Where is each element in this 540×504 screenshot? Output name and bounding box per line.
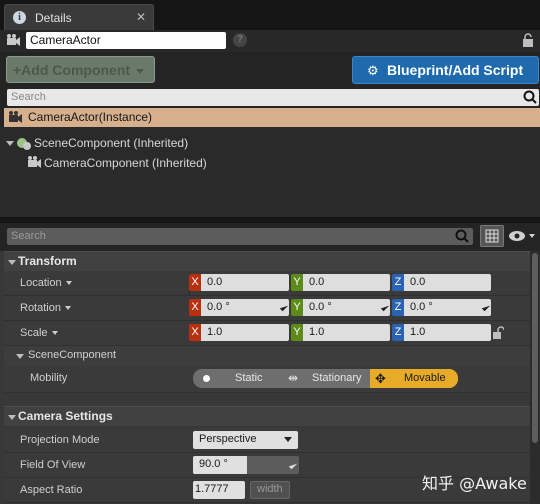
add-component-label: +Add Component (13, 62, 131, 78)
search-icon (523, 90, 537, 104)
tab-bar: i Details ✕ (0, 0, 540, 30)
stationary-icon: ⇹ (288, 371, 299, 385)
collapse-arrow-icon (16, 354, 24, 359)
close-icon[interactable]: ✕ (136, 10, 146, 24)
rotation-x-field[interactable]: X 0.0 ° (189, 299, 289, 316)
category-camera-settings[interactable]: Camera Settings (4, 406, 530, 426)
aspect-ratio-label: Aspect Ratio (20, 484, 83, 496)
chevron-down-icon (135, 68, 144, 74)
scale-z-field[interactable]: Z 1.0 (392, 324, 491, 341)
blueprint-add-script-button[interactable]: ⚙ Blueprint/Add Script (352, 56, 539, 84)
rotation-y-field[interactable]: Y 0.0 ° (291, 299, 390, 316)
chevron-down-icon (284, 437, 292, 442)
add-component-button[interactable]: +Add Component (6, 56, 155, 83)
eye-icon[interactable] (509, 230, 537, 242)
details-panel: Transform Location X 0.0 Y 0.0 Z 0.0 Rot… (0, 251, 530, 504)
scene-component-icon (17, 138, 31, 150)
actor-row: CameraActor ? (0, 30, 540, 52)
mobility-label: Mobility (30, 372, 68, 384)
instance-label: CameraActor(Instance) (28, 110, 153, 124)
help-icon[interactable]: ? (233, 33, 247, 47)
gear-icon: ⚙ (367, 63, 379, 78)
camera-icon (28, 156, 41, 168)
location-y-field[interactable]: Y 0.0 (291, 274, 390, 291)
category-transform[interactable]: Transform (4, 251, 530, 271)
aspect-ratio-field[interactable]: 1.7777 (193, 481, 245, 499)
expand-arrow-icon[interactable] (6, 141, 14, 146)
scale-label[interactable]: Scale (20, 327, 58, 339)
scale-x-field[interactable]: X 1.0 (189, 324, 289, 341)
mobility-movable-option[interactable]: ✥ Movable (370, 369, 458, 388)
scale-y-field[interactable]: Y 1.0 (291, 324, 390, 341)
tab-details[interactable]: i Details ✕ (4, 4, 154, 30)
camera-icon (7, 34, 20, 46)
property-row-scale: Scale X 1.0 Y 1.0 Z 1.0 (4, 321, 530, 346)
tree-item-scene-component[interactable]: SceneComponent (Inherited) (34, 136, 188, 150)
blueprint-label: Blueprint/Add Script (387, 62, 524, 78)
tree-item-camera-component[interactable]: CameraComponent (Inherited) (44, 156, 207, 170)
category-title: Transform (18, 254, 77, 268)
property-matrix-button[interactable] (480, 225, 504, 247)
actor-name-field[interactable]: CameraActor (26, 32, 226, 49)
mobility-stationary-option[interactable]: ⇹ Stationary (284, 369, 372, 388)
fov-label: Field Of View (20, 459, 86, 471)
camera-icon (9, 111, 22, 123)
location-z-field[interactable]: Z 0.0 (392, 274, 491, 291)
actor-instance-row[interactable]: CameraActor(Instance) (4, 108, 540, 127)
details-scrollbar[interactable] (530, 251, 540, 504)
static-icon (203, 375, 210, 382)
subcategory-scene-component[interactable]: SceneComponent (4, 346, 530, 366)
watermark: 知乎 @Awake (422, 474, 527, 493)
location-x-field[interactable]: X 0.0 (189, 274, 289, 291)
search-icon (455, 229, 469, 243)
divider (0, 217, 540, 223)
lock-icon[interactable] (522, 33, 534, 47)
tab-label: Details (35, 11, 72, 25)
aspect-constraint-dropdown[interactable]: width (250, 481, 290, 499)
details-search-input[interactable]: Search (7, 228, 473, 245)
scrollbar-thumb[interactable] (532, 253, 538, 443)
location-label[interactable]: Location (20, 277, 72, 289)
rotation-z-field[interactable]: Z 0.0 ° (392, 299, 491, 316)
collapse-arrow-icon (8, 260, 16, 265)
property-row-mobility: Mobility Static ⇹ Stationary ✥ Movable (4, 366, 530, 393)
grid-icon (485, 229, 499, 243)
property-row-projection-mode: Projection Mode Perspective (4, 428, 530, 453)
property-row-location: Location X 0.0 Y 0.0 Z 0.0 (4, 271, 530, 296)
drag-handle-icon (288, 460, 298, 470)
mobility-selector: Static ⇹ Stationary ✥ Movable (193, 369, 458, 388)
move-arrows-icon: ✥ (375, 371, 386, 386)
component-tree: SceneComponent (Inherited) CameraCompone… (0, 127, 540, 217)
property-row-rotation: Rotation X 0.0 ° Y 0.0 ° Z 0.0 ° (4, 296, 530, 321)
component-search-input[interactable]: Search (7, 89, 539, 106)
rotation-label[interactable]: Rotation (20, 302, 71, 314)
collapse-arrow-icon (8, 415, 16, 420)
info-icon: i (13, 11, 26, 24)
fov-slider[interactable]: 90.0 ° (193, 456, 299, 474)
unlock-icon[interactable] (492, 326, 504, 340)
mobility-static-option[interactable]: Static (193, 369, 281, 388)
projection-mode-label: Projection Mode (20, 434, 100, 446)
projection-mode-dropdown[interactable]: Perspective (193, 431, 298, 449)
